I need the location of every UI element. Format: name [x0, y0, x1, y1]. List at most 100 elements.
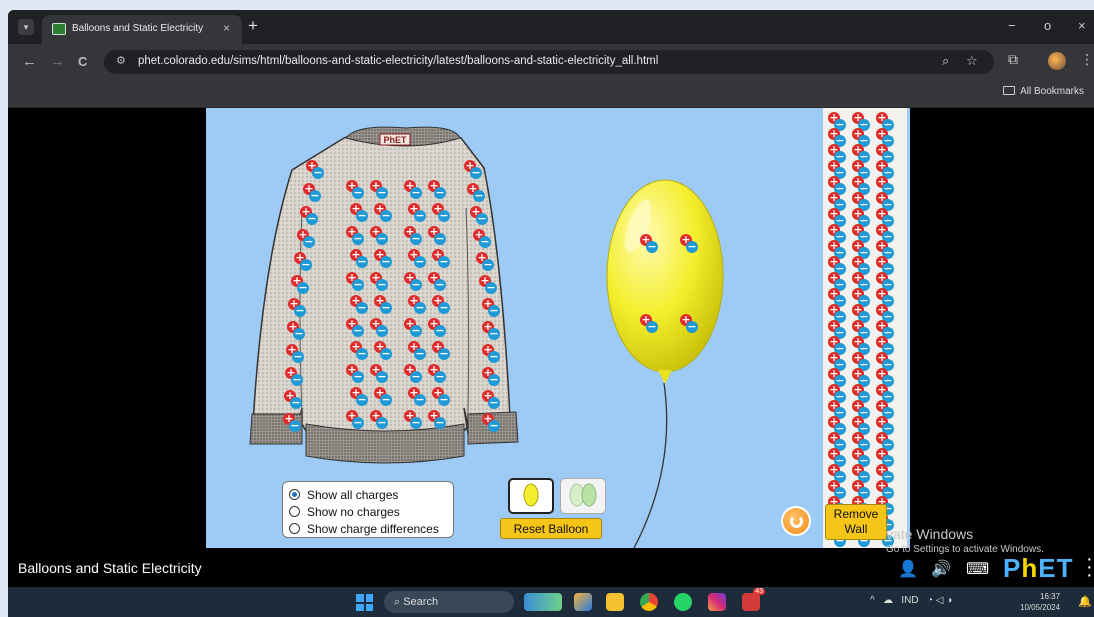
- clock-time: 16:37: [1040, 592, 1061, 601]
- negative-charge: −: [376, 232, 388, 245]
- language-indicator: IND: [901, 595, 919, 606]
- app-icon-badge[interactable]: 43: [742, 588, 765, 611]
- tab-close-icon[interactable]: ×: [223, 21, 230, 35]
- negative-charge: −: [414, 393, 426, 406]
- system-tray[interactable]: ^ ☁ IND ◔ ◁ ◑: [870, 595, 952, 606]
- negative-charge: −: [438, 347, 450, 360]
- reset-all-icon[interactable]: [781, 506, 811, 536]
- radio-icon[interactable]: [289, 506, 300, 517]
- whatsapp-icon[interactable]: [674, 593, 692, 611]
- negative-charge: −: [380, 255, 392, 268]
- negative-charge: −: [352, 232, 364, 245]
- negative-charge: −: [479, 235, 491, 248]
- clock-date: 10/05/2024: [1020, 603, 1061, 612]
- negative-charge: −: [488, 396, 500, 409]
- negative-charge: −: [470, 166, 482, 179]
- tab-search-menu-icon[interactable]: ▾: [18, 19, 34, 35]
- negative-charge: −: [303, 235, 315, 248]
- maximize-button[interactable]: o: [1044, 18, 1051, 33]
- show-charge-differences-radio[interactable]: Show charge differences: [289, 520, 453, 537]
- new-tab-button[interactable]: +: [248, 16, 258, 36]
- two-balloons-icon: [569, 483, 597, 507]
- omnibox[interactable]: ⚙ phet.colorado.edu/sims/html/balloons-a…: [104, 50, 994, 74]
- negative-charge: −: [414, 301, 426, 314]
- negative-charge: −: [686, 240, 698, 253]
- negative-charge: −: [438, 255, 450, 268]
- bookmarks-label: All Bookmarks: [1020, 86, 1084, 97]
- negative-charge: −: [488, 373, 500, 386]
- negative-charge: −: [380, 209, 392, 222]
- zoom-icon[interactable]: ⌕: [942, 53, 949, 69]
- sweater-label: PhET: [383, 135, 407, 145]
- widgets-icon[interactable]: [524, 593, 562, 611]
- negative-charge: −: [434, 186, 446, 199]
- negative-charge: −: [434, 370, 446, 383]
- negative-charge: −: [488, 350, 500, 363]
- negative-charge: −: [488, 304, 500, 317]
- chrome-icon[interactable]: [640, 593, 658, 611]
- remove-wall-button[interactable]: Remove Wall: [825, 504, 887, 540]
- file-explorer-icon[interactable]: [606, 593, 624, 611]
- back-icon[interactable]: ←: [22, 53, 37, 70]
- minimize-button[interactable]: −: [1008, 18, 1016, 33]
- negative-charge: −: [380, 301, 392, 314]
- negative-charge: −: [352, 370, 364, 383]
- forward-icon[interactable]: →: [50, 53, 65, 70]
- phet-menu-icon[interactable]: · · ·: [1086, 549, 1093, 585]
- charge-display-options: Show all charges Show no charges Show ch…: [282, 481, 454, 538]
- keyboard-icon[interactable]: ⌨: [966, 559, 989, 579]
- negative-charge: −: [376, 324, 388, 337]
- single-balloon-icon: [523, 483, 539, 507]
- all-bookmarks-button[interactable]: All Bookmarks: [1003, 86, 1084, 97]
- search-icon: ⌕: [394, 596, 404, 608]
- search-placeholder: Search: [403, 596, 439, 608]
- negative-charge: −: [434, 324, 446, 337]
- negative-charge: −: [414, 209, 426, 222]
- copilot-icon[interactable]: [574, 593, 592, 611]
- negative-charge: −: [312, 166, 324, 179]
- site-settings-icon[interactable]: ⚙: [116, 54, 126, 67]
- negative-charge: −: [356, 209, 368, 222]
- two-balloons-toggle[interactable]: [560, 478, 606, 514]
- negative-charge: −: [293, 327, 305, 340]
- radio-label: Show no charges: [307, 504, 400, 519]
- notification-icon[interactable]: 🔔: [1078, 595, 1092, 608]
- negative-charge: −: [438, 301, 450, 314]
- star-icon[interactable]: ☆: [966, 53, 978, 69]
- negative-charge: −: [291, 373, 303, 386]
- profile-icon[interactable]: [1048, 52, 1066, 70]
- reset-balloon-button[interactable]: Reset Balloon: [500, 518, 602, 539]
- more-icon[interactable]: ⋮: [1080, 51, 1094, 68]
- yellow-balloon[interactable]: [606, 179, 724, 384]
- phet-logo[interactable]: PhET: [1003, 553, 1073, 584]
- instagram-icon[interactable]: [708, 593, 726, 611]
- negative-charge: −: [356, 347, 368, 360]
- negative-charge: −: [300, 258, 312, 271]
- negative-charge: −: [352, 186, 364, 199]
- negative-charge: −: [434, 278, 446, 291]
- window-close-button[interactable]: ×: [1078, 18, 1086, 33]
- extensions-icon[interactable]: ⧉: [1008, 51, 1018, 68]
- negative-charge: −: [352, 416, 364, 429]
- sound-icon[interactable]: 🔊: [931, 559, 951, 579]
- show-all-charges-radio[interactable]: Show all charges: [289, 486, 453, 503]
- show-no-charges-radio[interactable]: Show no charges: [289, 503, 453, 520]
- browser-tab[interactable]: Balloons and Static Electricity ×: [42, 15, 242, 44]
- radio-icon[interactable]: [289, 523, 300, 534]
- negative-charge: −: [438, 209, 450, 222]
- logo-p: P: [1003, 553, 1022, 583]
- url-text[interactable]: phet.colorado.edu/sims/html/balloons-and…: [138, 55, 658, 67]
- tab-strip: ▾ Balloons and Static Electricity × + − …: [8, 10, 1094, 44]
- one-balloon-toggle[interactable]: [508, 478, 554, 514]
- people-icon[interactable]: 👤: [898, 559, 918, 579]
- reload-icon[interactable]: C: [78, 54, 87, 69]
- logo-h: h: [1021, 553, 1039, 583]
- windows-start-icon[interactable]: [356, 594, 373, 611]
- negative-charge: −: [290, 396, 302, 409]
- radio-selected-icon[interactable]: [289, 489, 300, 500]
- clock[interactable]: 16:37 10/05/2024: [1020, 591, 1060, 613]
- taskbar-search[interactable]: ⌕ Search: [384, 591, 514, 613]
- negative-charge: −: [686, 320, 698, 333]
- taskbar: ⌕ Search 43 ^ ☁ IND ◔ ◁ ◑ 16:37 10/05/202…: [8, 587, 1094, 617]
- watermark-line2: Go to Settings to activate Windows.: [886, 544, 1044, 555]
